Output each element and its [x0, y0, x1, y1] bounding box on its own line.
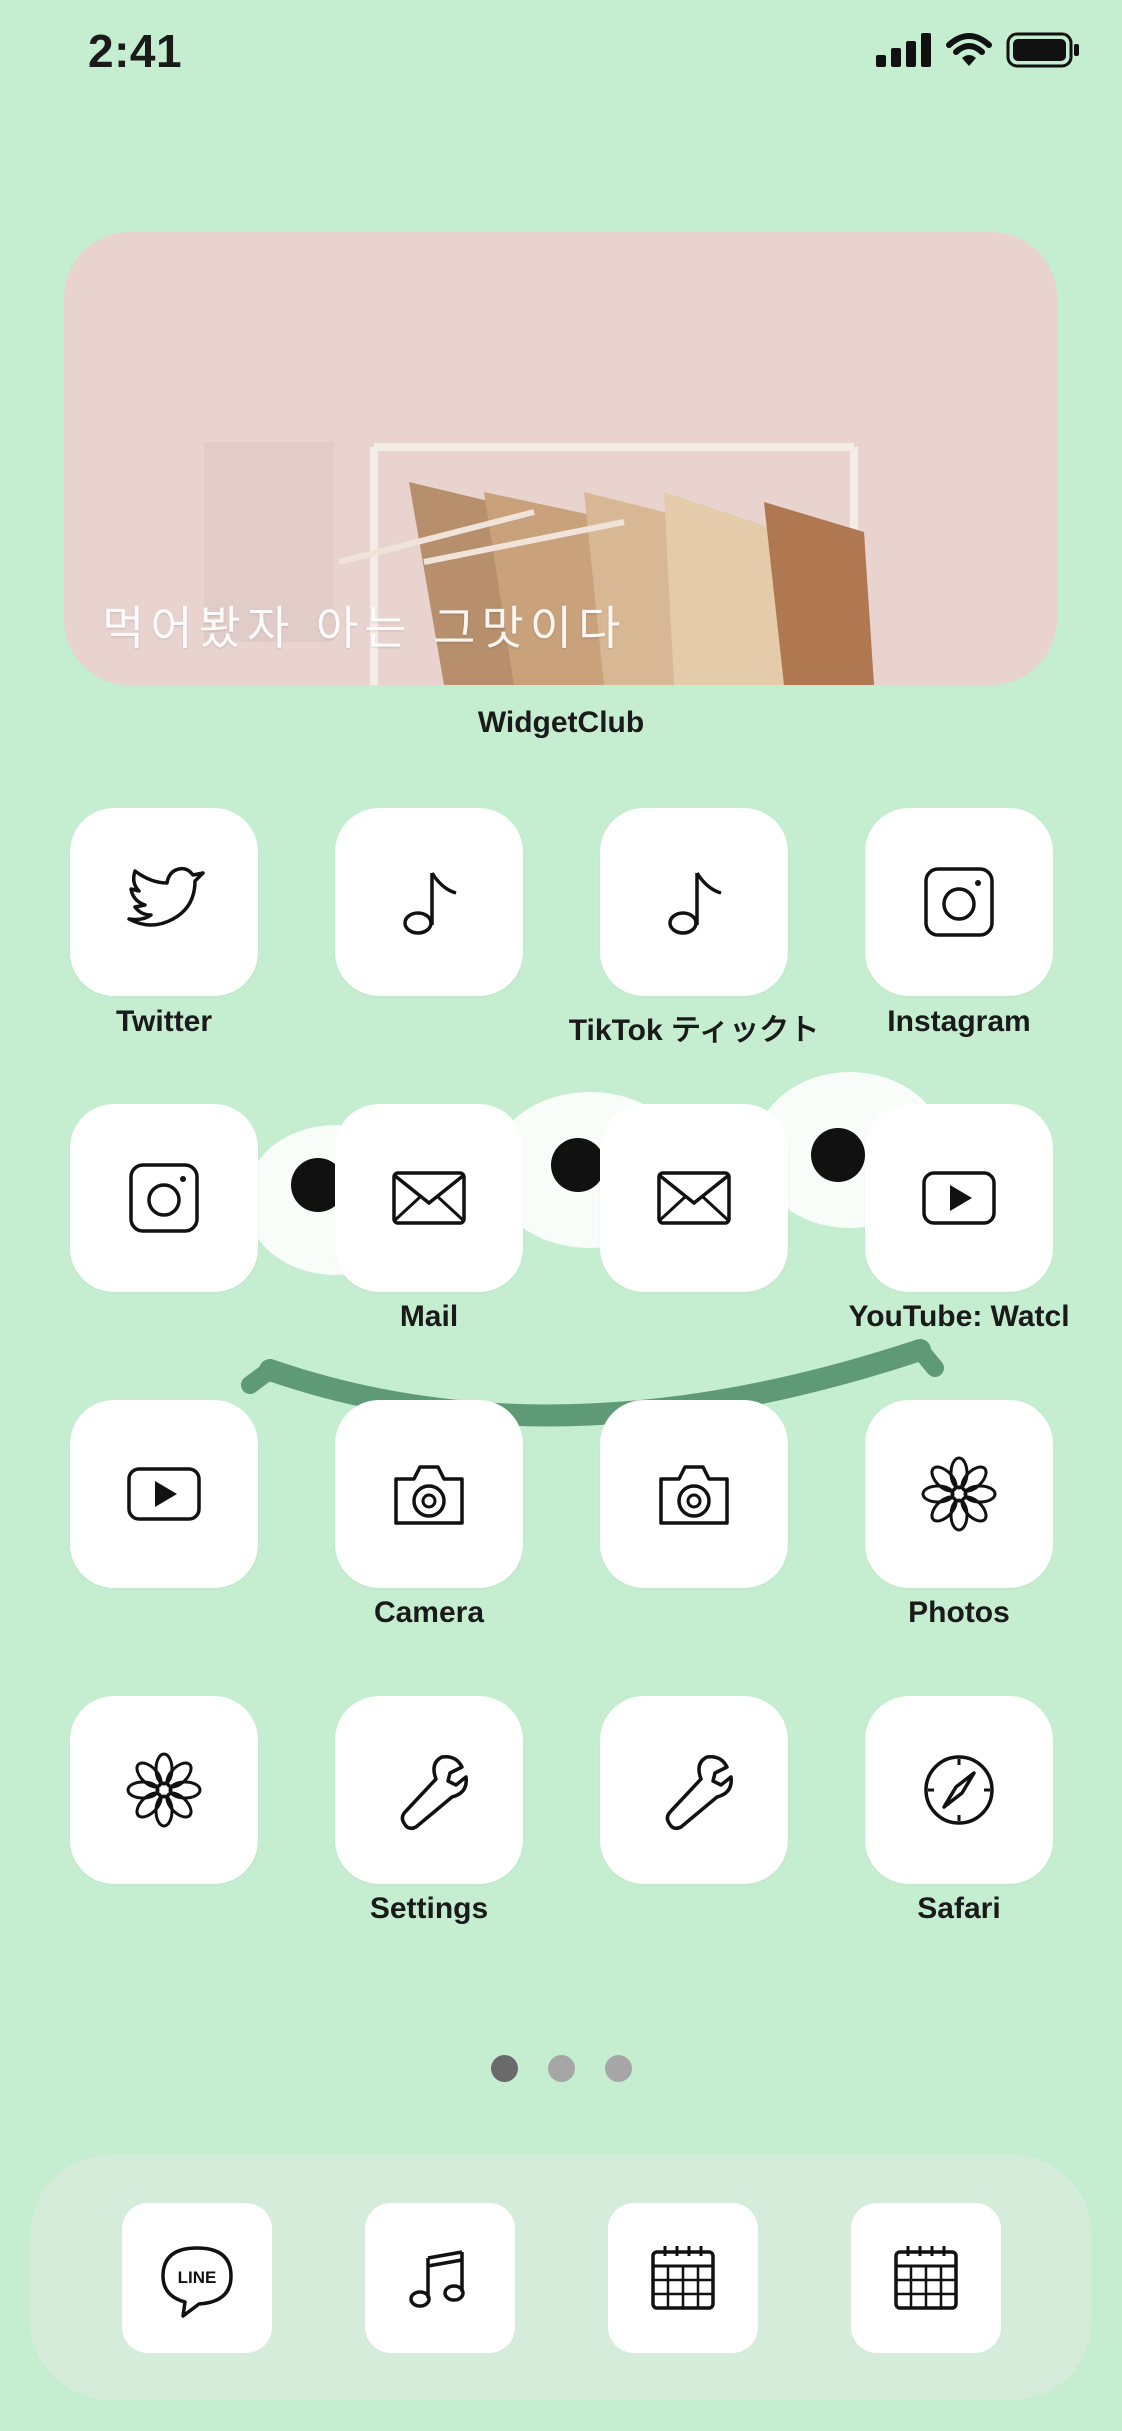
dock-app-music[interactable] [365, 2203, 515, 2353]
app-label-settings: Settings [369, 1892, 489, 1925]
camera-square-icon [129, 1163, 199, 1233]
wrench-icon [400, 1754, 468, 1831]
camera-icon [394, 1465, 464, 1525]
app-twitter[interactable] [70, 808, 258, 996]
page-dot-1[interactable] [490, 2055, 518, 2082]
music-note-icon [403, 872, 457, 935]
app-mail[interactable] [335, 1104, 523, 1292]
app-instagram-2[interactable] [70, 1104, 258, 1292]
status-icons [876, 32, 1080, 68]
app-photos-2[interactable] [70, 1696, 258, 1884]
app-music[interactable] [335, 808, 523, 996]
compass-icon [924, 1755, 994, 1825]
widget-caption: 먹어봤자 아는 그맛이다 [102, 601, 627, 655]
battery-icon [1006, 32, 1079, 68]
signal-icon [876, 33, 931, 67]
calendar-icon [894, 2246, 958, 2310]
app-label-instagram: Instagram [887, 1005, 1031, 1038]
app-safari[interactable] [865, 1696, 1053, 1884]
line-text: LINE [178, 2268, 217, 2287]
app-tiktok[interactable] [600, 808, 788, 996]
app-label-tiktok: TikTok ティックト [568, 1014, 820, 1047]
app-instagram[interactable] [865, 808, 1053, 996]
calendar-icon [651, 2246, 715, 2310]
play-icon [922, 1171, 996, 1225]
play-icon [127, 1467, 201, 1521]
app-camera-2[interactable] [600, 1400, 788, 1588]
music-notes-icon [409, 2250, 465, 2308]
app-photos[interactable] [865, 1400, 1053, 1588]
app-camera[interactable] [335, 1400, 523, 1588]
app-label-twitter: Twitter [115, 1005, 213, 1038]
status-time: 2:41 [88, 25, 183, 77]
wifi-icon [946, 33, 992, 66]
dock-app-line[interactable]: LINE [122, 2203, 272, 2353]
app-label-camera: Camera [373, 1596, 485, 1629]
dock-app-calendar-2[interactable] [851, 2203, 1001, 2353]
line-chat-icon: LINE [161, 2246, 233, 2318]
bird-icon [127, 866, 205, 927]
music-note-icon [668, 872, 722, 935]
dock-app-calendar[interactable] [608, 2203, 758, 2353]
page-dot-2[interactable] [547, 2055, 575, 2082]
widget-label: WidgetClub [477, 706, 645, 739]
app-label-photos: Photos [908, 1596, 1010, 1629]
camera-square-icon [924, 867, 994, 937]
camera-icon [659, 1465, 729, 1525]
app-label-mail: Mail [399, 1300, 459, 1333]
page-indicator[interactable] [0, 2055, 1122, 2082]
app-youtube-2[interactable] [70, 1400, 258, 1588]
wrench-icon [665, 1754, 733, 1831]
app-mail-2[interactable] [600, 1104, 788, 1292]
photo-widget[interactable]: 먹어봤자 아는 그맛이다 [64, 232, 1057, 685]
app-settings-2[interactable] [600, 1696, 788, 1884]
app-label-youtube: YouTube: Watcl [848, 1300, 1070, 1333]
app-youtube[interactable] [865, 1104, 1053, 1292]
envelope-icon [657, 1171, 731, 1225]
flower-icon [921, 1456, 997, 1532]
app-label-safari: Safari [917, 1892, 1001, 1925]
page-dot-3[interactable] [604, 2055, 632, 2082]
app-settings[interactable] [335, 1696, 523, 1884]
flower-icon [126, 1752, 202, 1828]
envelope-icon [392, 1171, 466, 1225]
